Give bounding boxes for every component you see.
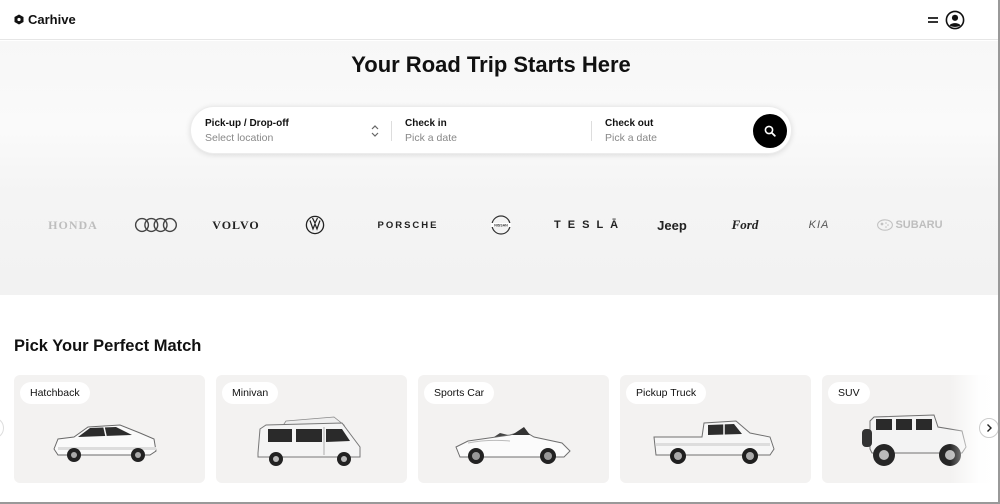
pickup-location-field[interactable]: Pick-up / Drop-off Select location	[191, 107, 391, 155]
nissan-emblem-icon: NISSAN	[491, 215, 511, 235]
check-out-placeholder: Pick a date	[605, 132, 657, 144]
hatchback-car-image	[53, 424, 157, 462]
audi-logo[interactable]	[134, 215, 178, 235]
vehicle-type-label: Sports Car	[424, 382, 495, 404]
search-icon	[764, 125, 776, 137]
brand-link[interactable]: Carhive	[14, 12, 76, 27]
kia-wordmark: KIA	[808, 219, 830, 231]
tesla-wordmark: T E S L Ā	[553, 219, 621, 231]
pickup-truck-image	[653, 420, 775, 464]
ford-wordmark: Ford	[731, 217, 759, 232]
nissan-logo[interactable]: NISSAN	[489, 215, 513, 235]
kia-logo[interactable]: KIA	[802, 215, 836, 235]
user-profile-icon[interactable]	[945, 10, 965, 30]
vehicle-type-label: SUV	[828, 382, 870, 404]
audi-rings-icon	[134, 217, 178, 233]
jeep-wordmark: Jeep	[657, 217, 687, 233]
check-out-label: Check out	[605, 118, 654, 129]
subaru-logo[interactable]: SUBARU	[870, 215, 950, 235]
vehicle-type-label: Hatchback	[20, 382, 90, 404]
hero-section: Your Road Trip Starts Here Pick-up / Dro…	[0, 41, 1000, 295]
vehicle-card-hatchback[interactable]: Hatchback	[14, 375, 205, 483]
vehicle-card-sports-car[interactable]: Sports Car	[418, 375, 609, 483]
page: Carhive Your Road Trip Starts Here Pick-…	[0, 0, 1000, 504]
search-button[interactable]	[753, 114, 787, 148]
check-out-field[interactable]: Check out Pick a date	[592, 107, 742, 155]
honda-logo[interactable]: HONDA	[40, 215, 106, 235]
pickup-label: Pick-up / Drop-off	[205, 118, 289, 129]
chevron-up-down-icon	[371, 125, 379, 137]
honda-wordmark: HONDA	[48, 217, 98, 232]
search-bar: Pick-up / Drop-off Select location Check…	[190, 106, 792, 154]
check-in-label: Check in	[405, 118, 447, 129]
volvo-logo[interactable]: VOLVO	[207, 215, 265, 235]
sports-car-image	[455, 427, 571, 464]
vehicle-card-pickup-truck[interactable]: Pickup Truck	[620, 375, 811, 483]
ford-logo[interactable]: Ford	[727, 215, 763, 235]
volvo-wordmark: VOLVO	[212, 217, 260, 232]
hero-title: Your Road Trip Starts Here	[351, 52, 631, 77]
logo-hexagon-icon	[14, 14, 24, 25]
vehicle-card-minivan[interactable]: Minivan	[216, 375, 407, 483]
check-in-placeholder: Pick a date	[405, 132, 457, 144]
jeep-logo[interactable]: Jeep	[654, 215, 690, 235]
subaru-stars-icon	[877, 219, 894, 231]
porsche-wordmark: PORSCHE	[377, 219, 439, 231]
volkswagen-emblem-icon	[305, 215, 325, 235]
vehicle-type-label: Pickup Truck	[626, 382, 707, 404]
hamburger-menu-icon[interactable]	[926, 12, 940, 28]
vehicle-type-label: Minivan	[222, 382, 279, 404]
vehicle-type-carousel: Hatchback Minivan Sports Car Pickup Truc…	[0, 375, 1000, 483]
porsche-logo[interactable]: PORSCHE	[364, 215, 452, 235]
section-title: Pick Your Perfect Match	[14, 337, 202, 355]
subaru-wordmark: SUBARU	[895, 219, 943, 231]
brand-logo-strip: HONDA VOLVO PORSCHE NISSAN T E S L Ā Jee…	[0, 205, 1000, 245]
chevron-right-icon	[987, 424, 992, 432]
top-navigation-bar: Carhive	[0, 0, 1000, 40]
check-in-field[interactable]: Check in Pick a date	[392, 107, 592, 155]
nissan-wordmark: NISSAN	[494, 223, 508, 227]
brand-name: Carhive	[28, 12, 76, 27]
volkswagen-logo[interactable]	[304, 215, 326, 235]
pickup-placeholder: Select location	[205, 132, 274, 144]
carousel-next-button[interactable]	[979, 418, 999, 438]
tesla-logo[interactable]: T E S L Ā	[552, 215, 622, 235]
minivan-car-image	[257, 416, 361, 466]
